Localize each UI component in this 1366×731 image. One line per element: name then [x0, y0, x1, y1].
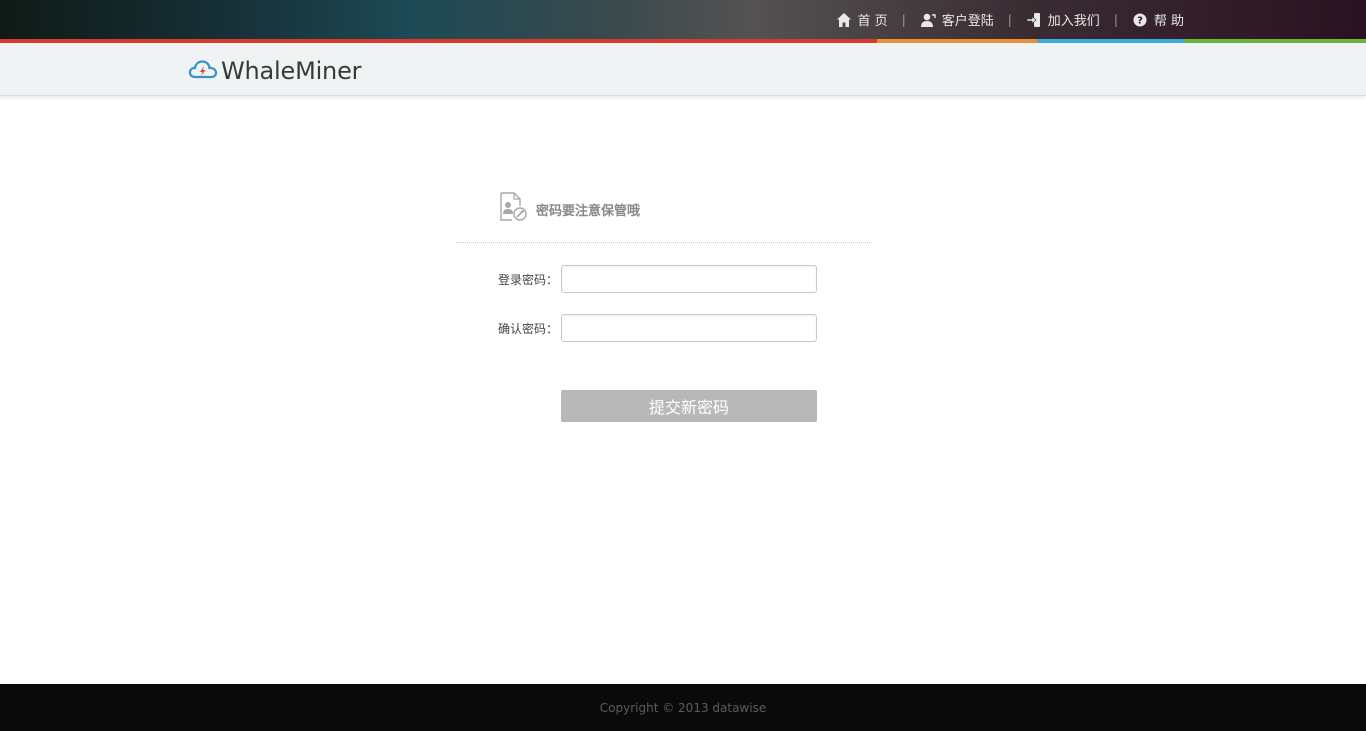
- top-nav: 首 页 | 客户登陆 | 加入我们 | ? 帮 助: [836, 0, 1184, 39]
- copyright-text: Copyright © 2013 datawise: [599, 700, 767, 715]
- document-key-icon: [498, 192, 528, 226]
- nav-customer-login-label: 客户登陆: [941, 14, 994, 29]
- top-bar: 首 页 | 客户登陆 | 加入我们 | ? 帮 助: [0, 0, 1366, 39]
- sign-in-icon: [1026, 12, 1042, 28]
- login-password-input[interactable]: [561, 265, 817, 293]
- nav-home[interactable]: 首 页: [836, 10, 888, 29]
- nav-join-us-label: 加入我们: [1047, 14, 1100, 29]
- home-icon: [836, 12, 852, 28]
- confirm-password-row: 确认密码：: [498, 314, 817, 342]
- svg-text:?: ?: [1137, 15, 1143, 26]
- nav-separator: |: [1007, 12, 1012, 27]
- nav-home-label: 首 页: [857, 14, 888, 29]
- confirm-password-input[interactable]: [561, 314, 817, 342]
- submit-new-password-button[interactable]: 提交新密码: [561, 390, 817, 422]
- form-title-text: 密码要注意保管哦: [536, 203, 641, 219]
- divider: [456, 242, 872, 243]
- cloud-bolt-icon: [188, 58, 218, 84]
- nav-separator: |: [901, 12, 906, 27]
- nav-customer-login[interactable]: 客户登陆: [920, 10, 994, 29]
- login-password-label: 登录密码：: [498, 272, 559, 287]
- nav-join-us[interactable]: 加入我们: [1026, 10, 1100, 29]
- nav-help-label: 帮 助: [1153, 14, 1184, 29]
- footer: Copyright © 2013 datawise: [0, 684, 1366, 731]
- nav-help[interactable]: ? 帮 助: [1132, 10, 1184, 29]
- brand-name: WhaleMiner: [221, 57, 362, 85]
- form-title: 密码要注意保管哦: [498, 192, 640, 226]
- help-icon: ?: [1132, 12, 1148, 28]
- confirm-password-label: 确认密码：: [498, 321, 559, 336]
- logo[interactable]: WhaleMiner: [188, 57, 362, 85]
- user-icon: [920, 12, 936, 28]
- nav-separator: |: [1113, 12, 1118, 27]
- login-password-row: 登录密码：: [498, 265, 817, 293]
- header: WhaleMiner: [0, 43, 1366, 96]
